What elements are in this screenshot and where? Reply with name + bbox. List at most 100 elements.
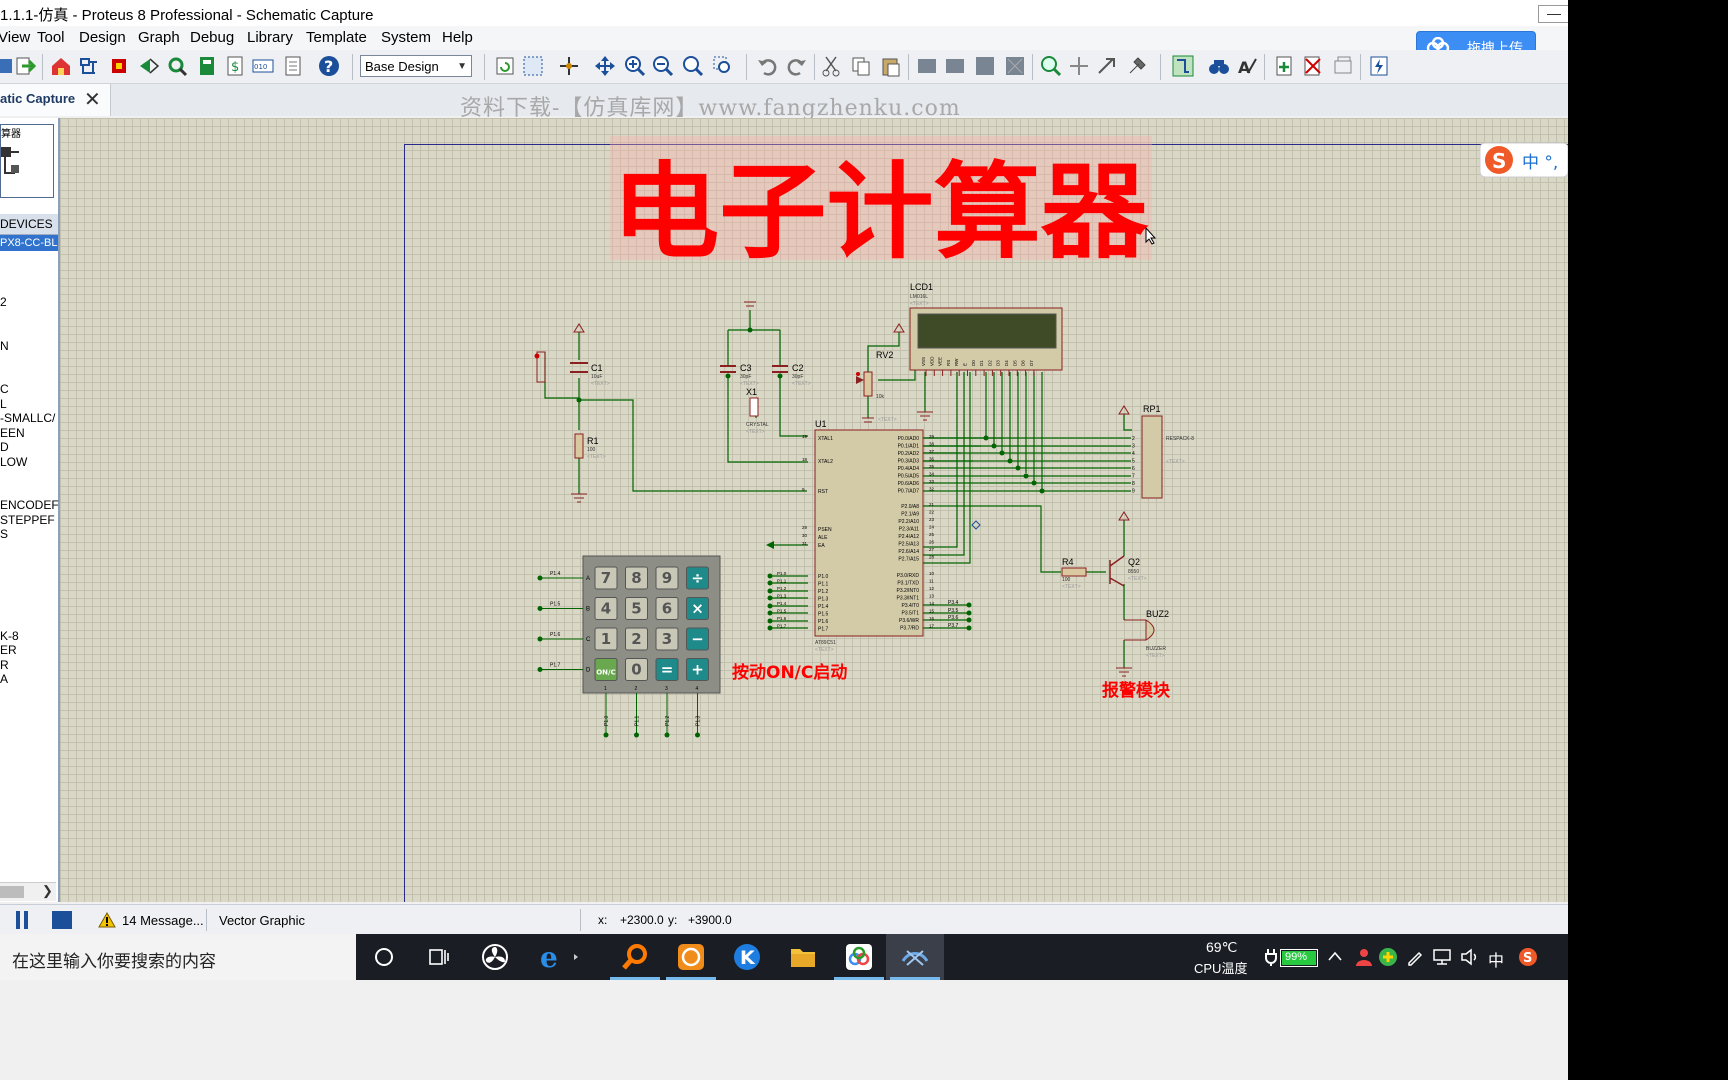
keypad-key-label[interactable]: ÷ (691, 569, 704, 587)
horizontal-scrollbar[interactable]: ❯ (0, 882, 56, 901)
electrical-rule-check-icon[interactable] (1368, 55, 1390, 77)
chevron-right-icon[interactable]: ❯ (42, 883, 53, 899)
zoom-out-icon[interactable] (652, 55, 674, 77)
taskbar-search-box[interactable]: 在这里输入你要搜索的内容 (0, 934, 356, 980)
block-rotate-icon[interactable] (974, 55, 996, 77)
decompose-icon[interactable] (1126, 55, 1148, 77)
security-tray-icon[interactable] (1378, 947, 1398, 967)
menu-system[interactable]: System (381, 29, 431, 46)
keypad-key-label[interactable]: + (691, 661, 704, 679)
keypad-key-label[interactable]: ON/C (596, 669, 616, 677)
keypad-key-label[interactable]: = (661, 661, 674, 679)
import-icon[interactable] (14, 55, 36, 77)
packaging-tool-icon[interactable] (1096, 55, 1118, 77)
3d-viewer-icon[interactable] (138, 55, 160, 77)
keypad-key-label[interactable]: × (691, 600, 704, 618)
menu-help[interactable]: Help (442, 29, 473, 46)
network-icon[interactable] (1432, 948, 1452, 966)
minimize-button[interactable] (1538, 5, 1568, 23)
power-plug-icon[interactable] (1264, 948, 1278, 966)
device-list-item[interactable]: S (0, 527, 8, 541)
origin-icon[interactable] (558, 55, 580, 77)
menu-graph[interactable]: Graph (138, 29, 180, 46)
sogou-ime-float[interactable]: S 中 °, (1479, 142, 1568, 178)
taskbar-app-fan[interactable] (467, 934, 525, 980)
wire-autorouter-icon[interactable] (1172, 55, 1194, 77)
tab-schematic-capture[interactable]: atic Capture ✕ (0, 84, 111, 116)
taskbar-app-explorer[interactable] (774, 934, 832, 980)
device-list-item[interactable]: 2 (0, 295, 7, 309)
pause-icon-bar[interactable] (24, 911, 28, 929)
grid-toggle-icon[interactable] (522, 55, 544, 77)
warning-icon[interactable] (98, 912, 116, 928)
menu-tool[interactable]: Tool (37, 29, 65, 46)
device-list-item[interactable]: A (0, 672, 8, 686)
volume-icon[interactable] (1460, 948, 1480, 966)
zoom-area-icon[interactable] (712, 55, 734, 77)
device-list-item[interactable]: ER (0, 643, 17, 657)
keypad-key-label[interactable]: 2 (631, 630, 641, 648)
scrollbar-thumb[interactable] (0, 886, 24, 898)
ime-indicator[interactable]: 中 (1488, 947, 1504, 971)
menu-debug[interactable]: Debug (190, 29, 234, 46)
taskbar-app-proteus[interactable] (886, 934, 944, 980)
battery-indicator[interactable]: 99% (1280, 949, 1318, 967)
refresh-icon[interactable] (494, 55, 516, 77)
stop-icon[interactable] (52, 911, 72, 929)
device-list-item[interactable]: STEPPEF (0, 513, 55, 527)
device-list-item[interactable]: L (0, 397, 7, 411)
pan-icon[interactable] (594, 55, 616, 77)
help-icon[interactable]: ? (318, 55, 340, 77)
user-tray-icon[interactable] (1354, 947, 1374, 967)
paste-icon[interactable] (880, 55, 902, 77)
menu-template[interactable]: Template (306, 29, 367, 46)
cortana-icon[interactable] (374, 947, 394, 967)
block-move-icon[interactable] (944, 55, 966, 77)
menu-design[interactable]: Design (79, 29, 126, 46)
zoom-in-icon[interactable] (624, 55, 646, 77)
device-list-item[interactable]: -SMALLC/ (0, 411, 55, 425)
keypad-key-label[interactable]: 7 (601, 569, 611, 587)
device-list-item[interactable]: EEN (0, 426, 25, 440)
redo-icon[interactable] (786, 55, 808, 77)
schematic-icon[interactable] (78, 55, 100, 77)
make-device-icon[interactable] (1068, 55, 1090, 77)
delete-sheet-icon[interactable] (1302, 55, 1324, 77)
menu-library[interactable]: Library (247, 29, 293, 46)
exit-to-parent-icon[interactable] (1332, 55, 1354, 77)
task-view-icon[interactable] (428, 947, 450, 967)
device-list-item[interactable]: C (0, 382, 9, 396)
block-delete-icon[interactable] (1004, 55, 1026, 77)
device-list-item[interactable]: D (0, 440, 9, 454)
overview-preview[interactable]: 算器 (0, 124, 54, 198)
keypad-key-label[interactable]: 1 (601, 630, 611, 648)
cut-icon[interactable] (820, 55, 842, 77)
taskbar-app-cloud[interactable] (830, 934, 888, 980)
new-sheet-icon[interactable] (1274, 55, 1296, 77)
bill-of-materials-icon[interactable]: $ (224, 55, 246, 77)
keypad-key-label[interactable]: 6 (662, 600, 672, 618)
keypad-key-label[interactable]: − (691, 630, 704, 648)
pause-icon[interactable] (16, 911, 20, 929)
keypad-key-label[interactable]: 0 (631, 661, 641, 679)
pen-tray-icon[interactable] (1406, 948, 1424, 966)
device-list-item[interactable]: R (0, 658, 9, 672)
message-count[interactable]: 14 Message... (122, 913, 204, 928)
home-icon[interactable] (50, 55, 72, 77)
pick-device-icon[interactable] (1040, 55, 1062, 77)
taskbar-app-k[interactable]: K (718, 934, 776, 980)
chevron-up-icon[interactable] (1328, 951, 1342, 961)
search-icon[interactable] (1208, 55, 1230, 77)
device-list-item[interactable]: K-8 (0, 629, 19, 643)
close-icon[interactable]: ✕ (84, 87, 101, 112)
taskbar-app-search-tool[interactable] (606, 934, 664, 980)
design-variant-select[interactable]: Base Design ▼ (360, 55, 472, 77)
device-list-item-selected[interactable]: PX8-CC-BL (0, 235, 58, 251)
block-copy-icon[interactable] (916, 55, 938, 77)
device-list-item[interactable]: LOW (0, 455, 27, 469)
design-explorer-icon[interactable] (196, 55, 218, 77)
property-assignment-icon[interactable]: A (1236, 55, 1258, 77)
sogou-tray-icon[interactable]: S (1518, 947, 1538, 967)
schematic-canvas[interactable]: 电子计算器 S 中 °, C1 10uF <TEXT> R1 100 <TEXT… (60, 118, 1568, 902)
source-code-icon[interactable]: 010 (252, 55, 274, 77)
